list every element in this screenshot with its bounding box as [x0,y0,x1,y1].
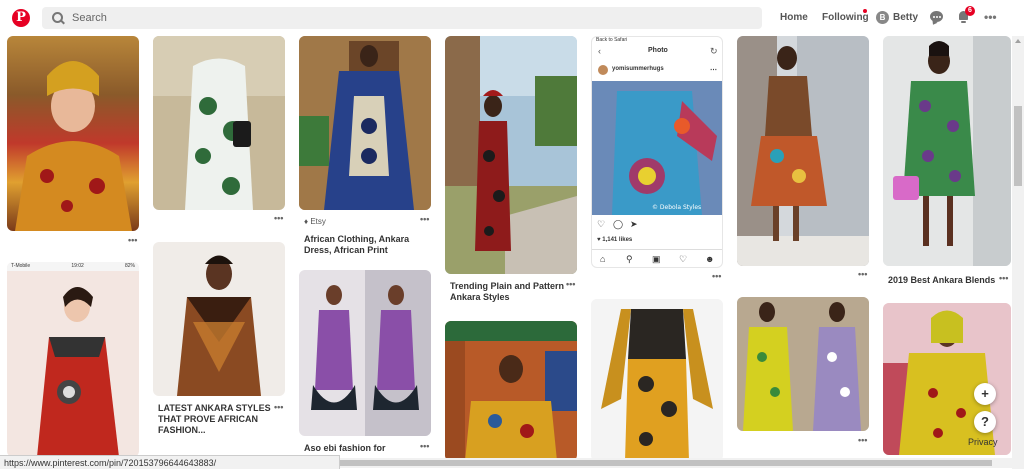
time-label: 19:02 [71,263,84,269]
photo-watermark: © Debola Styles [652,204,701,211]
scrollbar-thumb[interactable] [1014,106,1022,186]
refresh-icon[interactable]: ↻ [710,46,718,57]
home-tab-icon[interactable]: ⌂ [600,254,605,264]
pin-title-line: 2019 Best Ankara Blends [888,275,996,285]
like-count-text: 1,141 likes [602,237,633,243]
search-tab-icon[interactable]: ⚲ [626,254,633,265]
like-heart-icon[interactable]: ♡ [597,219,605,230]
pin-image[interactable]: Back to Safari Photo ↻ ‹ yomisummerhugs … [591,36,723,268]
help-button[interactable]: ? [974,411,996,433]
pin-image[interactable]: T-Mobile 19:02 82% [7,262,139,457]
pin-title: LATEST ANKARA STYLES THAT PROVE AFRICAN … [158,403,271,436]
search-bar[interactable] [42,7,762,29]
pin-title: Aso ebi fashion for [304,443,386,454]
comment-icon[interactable]: ◯ [613,219,623,230]
pin-title-line: LATEST ANKARA STYLES [158,403,271,413]
camera-tab-icon[interactable]: ▣ [652,254,661,265]
scrollbar-thumb[interactable] [340,460,992,466]
instagram-handle[interactable]: yomisummerhugs [612,66,664,72]
more-options-icon[interactable]: ••• [984,10,997,24]
pin-photo [883,303,1011,455]
pin-title: African Clothing, Ankara Dress, African … [304,234,409,256]
pin-image[interactable] [737,297,869,431]
pin-title-line: Ankara Styles [450,292,510,302]
pinterest-logo[interactable]: P [12,9,30,27]
pin-photo: © Debola Styles [592,81,722,215]
nav-following-link[interactable]: Following [822,12,869,23]
pin-image[interactable] [883,303,1011,455]
pin-photo [15,61,132,231]
following-new-dot [863,9,867,13]
insta-avatar [598,65,608,75]
pin-photo [591,299,723,461]
instagram-title: Photo [648,47,668,54]
battery-label: 82% [124,263,135,269]
carrier-label: T-Mobile [11,263,31,269]
pin-title-line: Dress, African Print [304,245,388,255]
browser-status-url: https://www.pinterest.com/pin/7201537966… [0,455,340,469]
phone-status-bar: T-Mobile 19:02 82% [7,262,139,271]
divider [592,249,722,250]
pin-more-button[interactable]: ••• [420,441,429,451]
pin-title-line: African Clothing, Ankara [304,234,410,244]
avatar[interactable]: B [876,11,889,24]
instagram-back-link[interactable]: Back to Safari [596,37,627,43]
pin-photo [299,36,431,210]
pin-source[interactable]: ♦ Etsy [304,217,326,226]
pin-title-line: Aso ebi fashion for [304,443,386,453]
pin-photo [737,36,869,266]
pin-photo [153,36,285,210]
pin-photo [37,287,119,457]
top-nav-bar: P Home Following B Betty 6 ••• [0,0,1024,36]
pin-title-line: THAT PROVE AFRICAN [158,414,258,424]
pin-more-button[interactable]: ••• [128,235,137,245]
pin-photo [177,255,261,396]
pin-more-button[interactable]: ••• [274,213,283,223]
post-options-icon[interactable]: ⋯ [710,66,717,74]
privacy-link[interactable]: Privacy [968,437,998,447]
source-label: Etsy [310,217,326,226]
back-arrow-icon[interactable]: ‹ [598,46,601,56]
pin-image[interactable] [445,36,577,274]
pin-image[interactable] [737,36,869,266]
activity-tab-icon[interactable]: ♡ [679,254,687,265]
pin-image[interactable] [153,242,285,396]
pin-photo [311,270,431,436]
pin-image[interactable] [7,36,139,231]
pin-photo [445,321,577,461]
profile-tab-icon[interactable]: ☻ [705,254,714,264]
pin-more-button[interactable]: ••• [712,271,721,281]
pin-more-button[interactable]: ••• [566,279,575,289]
like-count: ♥ 1,141 likes [597,237,633,243]
pin-more-button[interactable]: ••• [858,269,867,279]
pin-title: 2019 Best Ankara Blends [888,275,995,286]
pin-more-button[interactable]: ••• [420,214,429,224]
pin-photo [445,36,577,274]
search-icon [52,12,64,24]
pin-more-button[interactable]: ••• [858,435,867,445]
pin-image[interactable] [299,270,431,436]
scroll-up-arrow-icon[interactable] [1015,39,1021,43]
pin-image[interactable] [153,36,285,210]
horizontal-scrollbar[interactable] [340,458,1012,468]
pin-title-line: FASHION... [158,425,206,435]
vertical-scrollbar[interactable] [1012,36,1024,469]
nav-home-link[interactable]: Home [780,12,808,23]
pin-title-line: Trending Plain and Pattern [450,281,565,291]
notifications-badge: 6 [965,6,975,16]
pin-more-button[interactable]: ••• [274,402,283,412]
nav-profile-link[interactable]: Betty [893,12,918,23]
pin-title: Trending Plain and Pattern Ankara Styles [450,281,564,303]
pin-photo [883,36,1011,266]
pin-image[interactable] [883,36,1011,266]
pin-image[interactable] [445,321,577,461]
pin-image[interactable] [299,36,431,210]
pin-image[interactable] [591,299,723,461]
create-pin-button[interactable]: + [974,383,996,405]
search-input[interactable] [72,12,722,24]
pin-photo [737,297,869,431]
pin-more-button[interactable]: ••• [999,273,1008,283]
messages-icon[interactable] [930,11,943,22]
share-icon[interactable]: ➤ [630,219,638,230]
